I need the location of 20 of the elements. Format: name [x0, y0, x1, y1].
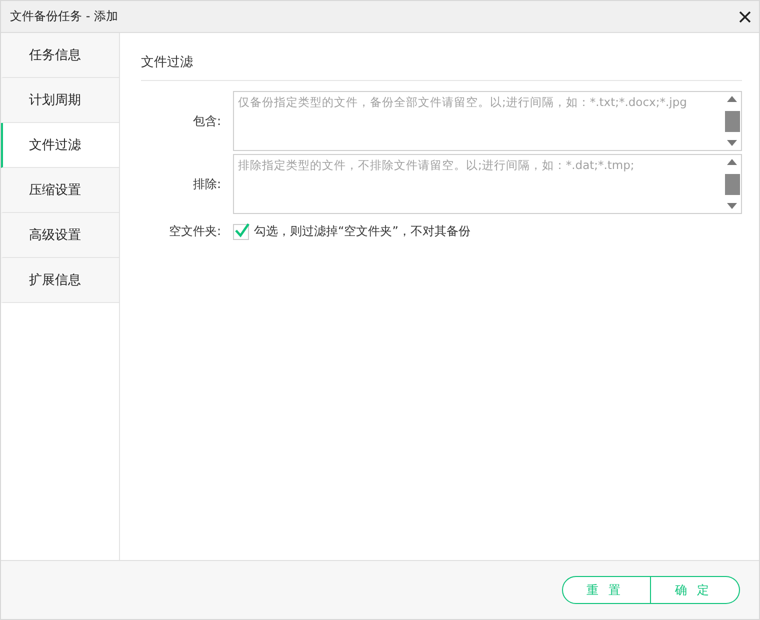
- checkbox[interactable]: [233, 224, 249, 240]
- checkbox-label: 勾选，则过滤掉“空文件夹”，不对其备份: [254, 223, 470, 240]
- section-title: 文件过滤: [141, 33, 742, 81]
- close-icon[interactable]: [739, 10, 751, 22]
- field-label: 空文件夹:: [168, 223, 222, 240]
- text-area[interactable]: 排除指定类型的文件，不排除文件请留空。以;进行间隔，如：*.dat;*.tmp;: [233, 154, 742, 214]
- sidebar-item[interactable]: 文件过滤: [1, 123, 119, 168]
- sidebar-item[interactable]: 扩展信息: [1, 258, 119, 303]
- scroll-up-icon[interactable]: [727, 96, 737, 102]
- sidebar-item[interactable]: 任务信息: [1, 33, 119, 78]
- scroll-down-icon[interactable]: [727, 203, 737, 209]
- sidebar-item[interactable]: 高级设置: [1, 213, 119, 258]
- scroll-down-icon[interactable]: [727, 140, 737, 146]
- field-label: 排除:: [192, 176, 222, 192]
- text-area[interactable]: 仅备份指定类型的文件，备份全部文件请留空。以;进行间隔，如：*.txt;*.docx;*.jpg: [233, 91, 742, 151]
- window-title: 文件备份任务 - 添加: [10, 8, 118, 25]
- sidebar-item[interactable]: 计划周期: [1, 78, 119, 123]
- sidebar-item[interactable]: 压缩设置: [1, 168, 119, 213]
- field-label: 包含:: [192, 112, 222, 130]
- scroll-up-icon[interactable]: [727, 159, 737, 165]
